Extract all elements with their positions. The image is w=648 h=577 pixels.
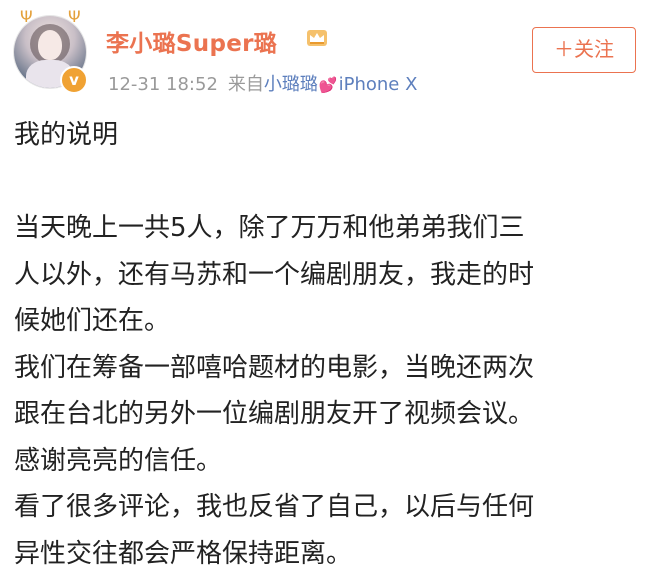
post-line: 异性交往都会严格保持距离。	[14, 531, 636, 577]
post-title: 我的说明	[14, 112, 636, 159]
post-line: 人以外，还有马苏和一个编剧朋友，我走的时	[14, 252, 636, 299]
avatar[interactable]: Ψ Ψ v	[14, 16, 90, 96]
post-meta: 12-31 18:52 来自小璐璐💕iPhone X	[108, 70, 417, 96]
post-line: 感谢亮亮的信任。	[14, 438, 636, 485]
crown-icon	[306, 29, 328, 47]
post-line: 我们在筹备一部嘻哈题材的电影，当晚还两次	[14, 345, 636, 392]
post-time[interactable]: 12-31 18:52	[108, 74, 218, 95]
source-prefix: 来自	[228, 74, 264, 95]
post-content: 我的说明 当天晚上一共5人，除了万万和他弟弟我们三 人以外，还有马苏和一个编剧朋…	[14, 112, 636, 577]
username[interactable]: 李小璐Super璐	[106, 24, 277, 58]
post-line: 候她们还在。	[14, 298, 636, 345]
heart-icon: 💕	[319, 76, 338, 94]
source-link[interactable]: 小璐璐💕iPhone X	[264, 74, 418, 95]
post-line: 跟在台北的另外一位编剧朋友开了视频会议。	[14, 391, 636, 438]
follow-button[interactable]: ＋关注	[532, 27, 636, 73]
weibo-post: Ψ Ψ v 李小璐Super璐 12-31 18:52 来自小璐璐💕iPhone …	[0, 0, 648, 550]
verified-badge-icon: v	[60, 66, 88, 94]
post-line: 当天晚上一共5人，除了万万和他弟弟我们三	[14, 205, 636, 252]
post-line: 看了很多评论，我也反省了自己，以后与任何	[14, 484, 636, 531]
